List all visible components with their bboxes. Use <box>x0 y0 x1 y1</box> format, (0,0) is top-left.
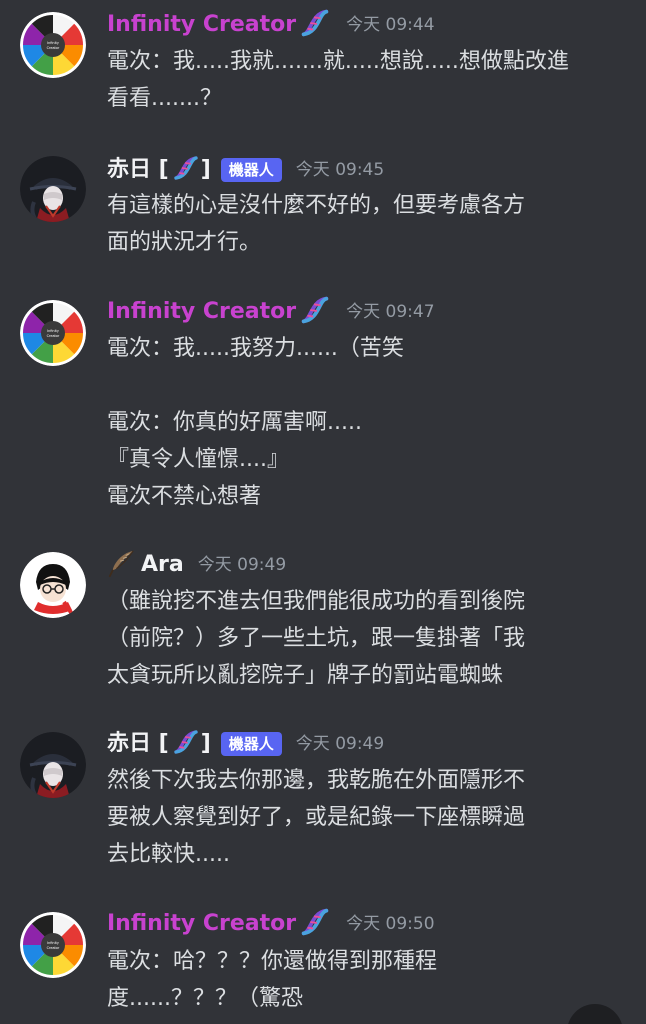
dna-emoji-icon <box>298 293 332 331</box>
message-content: （雖說挖不進去但我們能很成功的看到後院 （前院？）多了一些土坑，跟一隻掛著「我 … <box>107 583 627 694</box>
timestamp: 今天 09:49 <box>197 555 287 575</box>
avatar[interactable] <box>20 552 86 618</box>
message-line: 度......？？？（驚恐 <box>107 986 303 1011</box>
dna-emoji-icon <box>298 905 332 943</box>
message-header: Ara 今天 09:49 <box>107 550 286 580</box>
username[interactable]: 赤日 [ <box>107 729 169 759</box>
message-content: 電次：我.....我努力......（苦笑 電次：你真的好厲害啊..... 『真… <box>107 330 627 515</box>
message-line: （雖說挖不進去但我們能很成功的看到後院 <box>107 589 526 614</box>
avatar[interactable] <box>20 912 86 978</box>
message-line: 要被人察覺到好了，或是紀錄一下座標瞬過 <box>107 805 526 830</box>
bot-tag: 機器人 <box>220 732 282 756</box>
timestamp: 今天 09:47 <box>346 302 435 322</box>
username-suffix[interactable]: ] <box>201 729 211 759</box>
message-line: 電次：我.....我就.......就.....想說.....想做點改進 <box>107 49 569 74</box>
message-line: 太貪玩所以亂挖院子」牌子的罰站電蜘蛛 <box>107 663 504 688</box>
message-content: 電次：哈？？？你還做得到那種程 度......？？？（驚恐 <box>107 943 627 1017</box>
message-header: Infinity Creator 今天 09:44 <box>107 10 435 40</box>
timestamp: 今天 09:45 <box>295 160 385 180</box>
message-line: 然後下次我去你那邊，我乾脆在外面隱形不 <box>107 768 526 793</box>
message-line: 電次：你真的好厲害啊..... <box>107 410 362 435</box>
message-header: Infinity Creator 今天 09:50 <box>107 909 435 939</box>
feather-icon <box>107 548 137 582</box>
message-line: 看看.......？ <box>107 86 222 111</box>
username[interactable]: Infinity Creator <box>107 10 296 40</box>
dna-emoji-icon <box>171 727 201 761</box>
message-content: 然後下次我去你那邊，我乾脆在外面隱形不 要被人察覺到好了，或是紀錄一下座標瞬過 … <box>107 762 627 873</box>
message-line: 電次不禁心想著 <box>107 484 262 509</box>
message-header: 赤日 [ ] 機器人 今天 09:49 <box>107 729 384 759</box>
message-header: 赤日 [ ] 機器人 今天 09:45 <box>107 155 384 185</box>
timestamp: 今天 09:50 <box>346 914 435 934</box>
timestamp: 今天 09:44 <box>346 15 435 35</box>
message-header: Infinity Creator 今天 09:47 <box>107 297 435 327</box>
avatar[interactable] <box>20 12 86 78</box>
dna-emoji-icon <box>171 153 201 187</box>
avatar[interactable] <box>20 156 86 222</box>
message-content: 電次：我.....我就.......就.....想說.....想做點改進 看看.… <box>107 43 627 117</box>
chat-message-list: Infinity Creator 今天 09:44 電次：我.....我就...… <box>0 0 646 1024</box>
username[interactable]: 赤日 [ <box>107 155 169 185</box>
username-suffix[interactable]: ] <box>201 155 211 185</box>
message-line: 面的狀況才行。 <box>107 230 262 255</box>
username[interactable]: Ara <box>141 550 184 580</box>
username[interactable]: Infinity Creator <box>107 909 296 939</box>
avatar[interactable] <box>20 300 86 366</box>
message-line: 電次：我.....我努力......（苦笑 <box>107 336 404 361</box>
dna-emoji-icon <box>298 6 332 44</box>
timestamp: 今天 09:49 <box>295 734 385 754</box>
bot-tag: 機器人 <box>220 158 282 182</box>
message-line: 去比較快..... <box>107 842 230 867</box>
message-line: 『真令人憧憬....』 <box>107 447 289 472</box>
username[interactable]: Infinity Creator <box>107 297 296 327</box>
message-content: 有這樣的心是沒什麼不好的，但要考慮各方 面的狀況才行。 <box>107 187 627 261</box>
message-line: 有這樣的心是沒什麼不好的，但要考慮各方 <box>107 193 526 218</box>
message-line: （前院？）多了一些土坑，跟一隻掛著「我 <box>107 626 526 651</box>
avatar[interactable] <box>20 732 86 798</box>
message-line: 電次：哈？？？你還做得到那種程 <box>107 949 438 974</box>
